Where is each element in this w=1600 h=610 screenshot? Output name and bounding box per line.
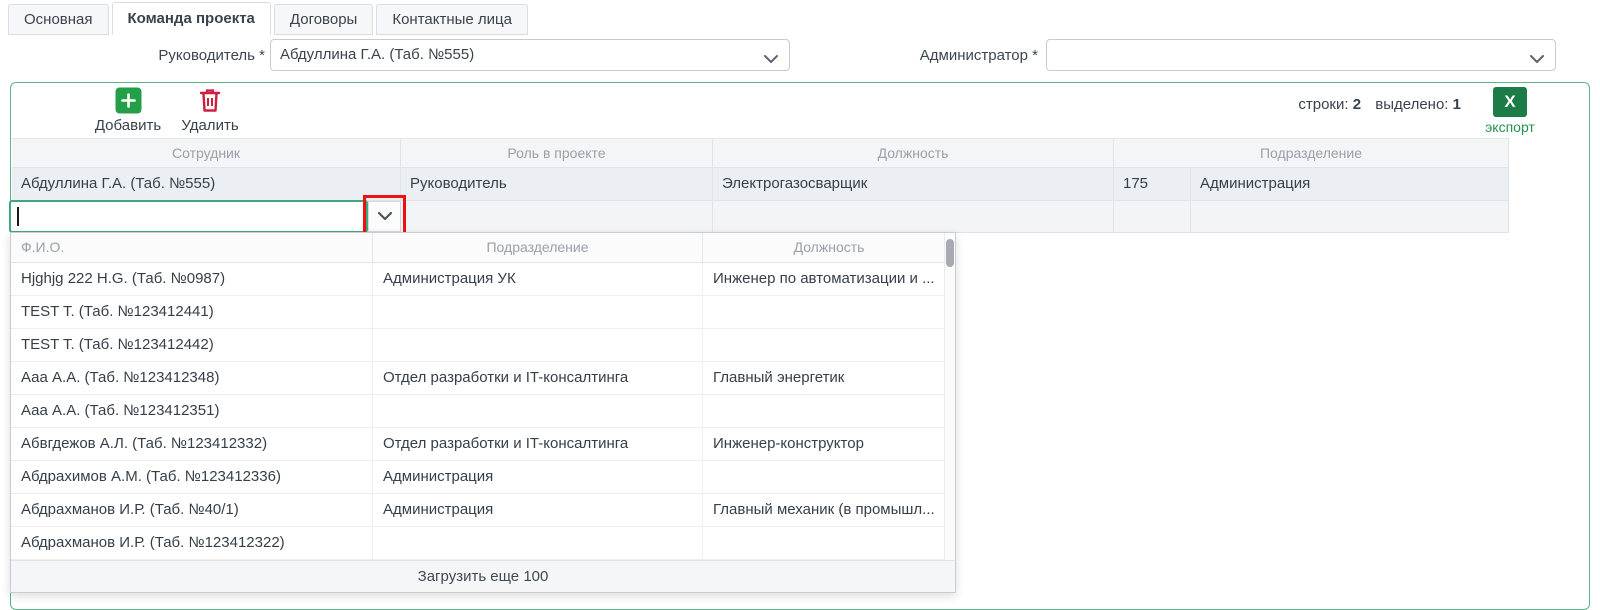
tab-contracts[interactable]: Договоры xyxy=(274,4,373,35)
manager-label: Руководитель * xyxy=(60,40,265,71)
dropdown-cell-position: Главный механик (в промышл... xyxy=(703,494,955,526)
dropdown-cell-position: Главный энергетик xyxy=(703,362,955,394)
selected-count-label: выделено: xyxy=(1375,96,1448,113)
cell-role: Руководитель xyxy=(401,168,713,200)
add-button[interactable]: Добавить xyxy=(81,87,175,134)
list-item[interactable]: Ааа А.А. (Таб. №123412351) xyxy=(11,395,955,428)
cell-code: 175 xyxy=(1114,168,1191,200)
dropdown-cell-fio: Абдрахманов И.Р. (Таб. №40/1) xyxy=(11,494,373,526)
text-caret xyxy=(17,207,19,226)
dropdown-cell-fio: TEST T. (Таб. №123412442) xyxy=(11,329,373,361)
cell-code-empty xyxy=(1114,201,1191,232)
dropdown-cell-fio: TEST T. (Таб. №123412441) xyxy=(11,296,373,328)
dropdown-cell-department xyxy=(373,296,703,328)
dropdown-cell-position xyxy=(703,296,955,328)
excel-export-icon: X xyxy=(1493,87,1527,117)
dropdown-cell-department: Отдел разработки и IT-консалтинга xyxy=(373,428,703,460)
dropdown-cell-fio: Ааа А.А. (Таб. №123412351) xyxy=(11,395,373,427)
dropdown-cell-department: Администрация xyxy=(373,461,703,493)
dropdown-cell-position xyxy=(703,395,955,427)
dropdown-scrollbar-thumb[interactable] xyxy=(946,239,954,267)
dropdown-cell-department: Администрация УК xyxy=(373,263,703,295)
list-item[interactable]: Hjghjg 222 H.G. (Таб. №0987) Администрац… xyxy=(11,263,955,296)
grid-counters: строки: 2 выделено: 1 xyxy=(1298,96,1461,113)
employee-dropdown-panel: Ф.И.О. Подразделение Должность Hjghjg 22… xyxy=(10,232,956,593)
dropdown-cell-department: Отдел разработки и IT-консалтинга xyxy=(373,362,703,394)
column-header-department[interactable]: Подразделение xyxy=(1114,139,1509,167)
admin-select[interactable] xyxy=(1046,39,1556,71)
dropdown-cell-fio: Абдрахманов И.Р. (Таб. №123412322) xyxy=(11,527,373,559)
rows-count-value: 2 xyxy=(1353,96,1361,113)
add-button-label: Добавить xyxy=(81,117,175,134)
dropdown-column-position: Должность xyxy=(703,233,955,262)
dropdown-header: Ф.И.О. Подразделение Должность xyxy=(11,233,955,263)
plus-icon xyxy=(81,87,175,114)
dropdown-column-fio: Ф.И.О. xyxy=(11,233,373,262)
tab-project-team[interactable]: Команда проекта xyxy=(112,2,271,35)
dropdown-cell-department xyxy=(373,395,703,427)
dropdown-column-department: Подразделение xyxy=(373,233,703,262)
dropdown-cell-fio: Абвгдежов А.Л. (Таб. №123412332) xyxy=(11,428,373,460)
trash-icon xyxy=(175,87,245,114)
admin-label: Администратор * xyxy=(830,40,1038,71)
cell-employee: Абдуллина Г.А. (Таб. №555) xyxy=(12,168,401,200)
dropdown-cell-position xyxy=(703,461,955,493)
dropdown-cell-department xyxy=(373,527,703,559)
cell-position-empty xyxy=(713,201,1114,232)
list-item[interactable]: Абдрахманов И.Р. (Таб. №123412322) xyxy=(11,527,955,560)
tab-main[interactable]: Основная xyxy=(8,4,109,35)
load-more-button[interactable]: Загрузить еще 100 xyxy=(11,560,955,592)
list-item[interactable]: Абдрахимов А.М. (Таб. №123412336) Админи… xyxy=(11,461,955,494)
dropdown-cell-fio: Абдрахимов А.М. (Таб. №123412336) xyxy=(11,461,373,493)
manager-select[interactable]: Абдуллина Г.А. (Таб. №555) xyxy=(270,39,790,71)
dropdown-cell-position xyxy=(703,527,955,559)
cell-role-empty xyxy=(401,201,713,232)
list-item[interactable]: Ааа А.А. (Таб. №123412348) Отдел разрабо… xyxy=(11,362,955,395)
dropdown-cell-department xyxy=(373,329,703,361)
chevron-down-icon xyxy=(378,208,392,225)
export-button-label: экспорт xyxy=(1479,119,1541,135)
delete-button[interactable]: Удалить xyxy=(175,87,245,134)
cell-department-empty xyxy=(1191,201,1509,232)
list-item[interactable]: Абвгдежов А.Л. (Таб. №123412332) Отдел р… xyxy=(11,428,955,461)
dropdown-cell-position xyxy=(703,329,955,361)
dropdown-cell-position: Инженер по автоматизации и ... xyxy=(703,263,955,295)
tab-bar: Основная Команда проекта Договоры Контак… xyxy=(8,2,528,35)
selected-count-value: 1 xyxy=(1453,96,1461,113)
tab-contacts[interactable]: Контактные лица xyxy=(376,4,528,35)
column-header-position[interactable]: Должность xyxy=(713,139,1114,167)
column-header-employee[interactable]: Сотрудник xyxy=(12,139,401,167)
export-button[interactable]: X экспорт xyxy=(1479,87,1541,135)
manager-select-value: Абдуллина Г.А. (Таб. №555) xyxy=(271,40,789,70)
employee-combo-input[interactable] xyxy=(9,200,368,233)
dropdown-cell-fio: Hjghjg 222 H.G. (Таб. №0987) xyxy=(11,263,373,295)
list-item[interactable]: TEST T. (Таб. №123412441) xyxy=(11,296,955,329)
cell-position: Электрогазосварщик xyxy=(713,168,1114,200)
list-item[interactable]: TEST T. (Таб. №123412442) xyxy=(11,329,955,362)
dropdown-cell-position: Инженер-конструктор xyxy=(703,428,955,460)
dropdown-cell-fio: Ааа А.А. (Таб. №123412348) xyxy=(11,362,373,394)
column-header-role[interactable]: Роль в проекте xyxy=(401,139,713,167)
dropdown-scrollbar[interactable] xyxy=(944,233,955,560)
dropdown-cell-department: Администрация xyxy=(373,494,703,526)
delete-button-label: Удалить xyxy=(175,117,245,134)
table-row[interactable]: Абдуллина Г.А. (Таб. №555) Руководитель … xyxy=(12,167,1509,200)
chevron-down-icon xyxy=(764,51,778,68)
rows-count-label: строки: xyxy=(1298,96,1348,113)
table-header: Сотрудник Роль в проекте Должность Подра… xyxy=(12,138,1509,167)
cell-department: Администрация xyxy=(1191,168,1509,200)
employee-combo-dropdown-button[interactable] xyxy=(368,201,401,232)
list-item[interactable]: Абдрахманов И.Р. (Таб. №40/1) Администра… xyxy=(11,494,955,527)
chevron-down-icon xyxy=(1530,51,1544,68)
